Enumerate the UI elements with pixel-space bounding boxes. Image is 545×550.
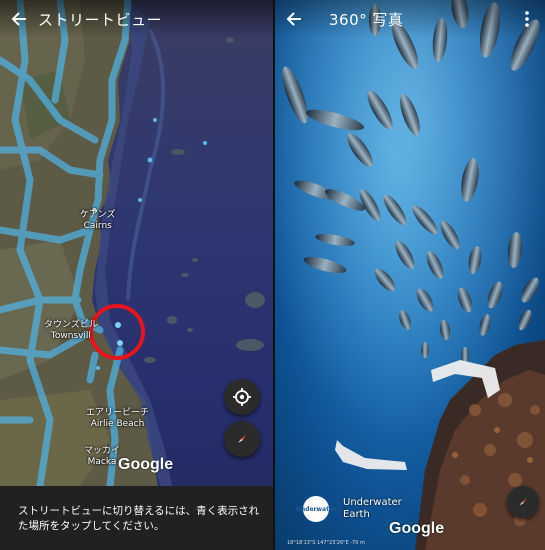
attribution-name: Underwater Earth <box>343 497 402 520</box>
compass-button-right[interactable] <box>507 486 539 518</box>
underwater-panorama[interactable] <box>275 0 545 550</box>
townsville-label: タウンズビル Townsvill <box>44 320 98 341</box>
my-location-icon <box>233 388 251 406</box>
page-title-360: 360° 写真 <box>329 10 404 29</box>
compass-button[interactable] <box>224 421 260 457</box>
arrow-left-icon[interactable] <box>0 0 38 38</box>
mackay-label: マッカイ Macka <box>84 446 121 467</box>
top-bar-right: 360° 写真 <box>275 0 545 38</box>
arrow-left-icon[interactable] <box>275 0 313 38</box>
street-view-map-panel[interactable]: ストリートビュー ケアンズ Cairns タウンズビル Townsvill エア… <box>0 0 273 550</box>
airlie-beach-label: エアリービーチ Airlie Beach <box>86 408 150 429</box>
more-vert-icon[interactable] <box>515 6 539 32</box>
page-title: ストリートビュー <box>38 10 163 29</box>
info-message: ストリートビューに切り替えるには、青く表示された場所をタップしてください。 <box>0 486 273 550</box>
app-root: ストリートビュー ケアンズ Cairns タウンズビル Townsvill エア… <box>0 0 545 550</box>
google-logo-right: Google <box>389 520 445 537</box>
top-bar: ストリートビュー <box>0 0 273 38</box>
cairns-label: ケアンズ Cairns <box>80 210 116 231</box>
compass-icon <box>519 498 527 506</box>
coordinates-readout: 18°18'13"S 147°23'26"E -70 m <box>287 540 365 546</box>
photo-attribution[interactable]: Underwater Underwater Earth <box>296 496 402 522</box>
photo-360-panel[interactable]: 360° 写真 Underwater Underwater Earth Goog… <box>275 0 545 550</box>
underwater-earth-logo: Underwater <box>296 496 336 522</box>
google-logo: Google <box>118 456 174 473</box>
my-location-button[interactable] <box>224 379 260 415</box>
compass-icon <box>238 435 246 443</box>
